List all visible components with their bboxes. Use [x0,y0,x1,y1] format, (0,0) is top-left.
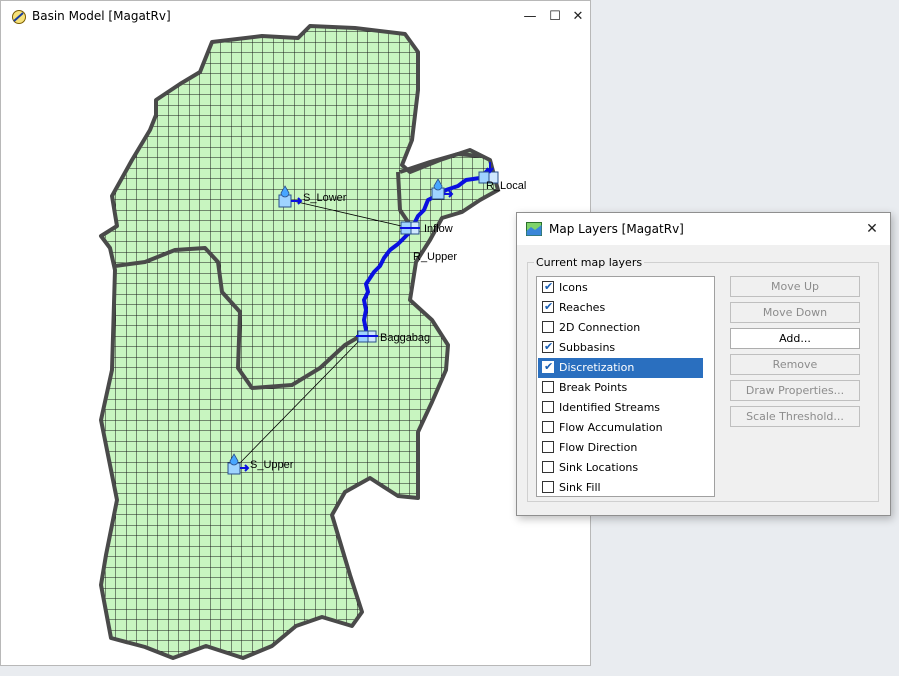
check-icon: ✔ [544,340,554,353]
layer-item-discretization[interactable]: ✔ Discretization [538,358,703,378]
layer-item-reaches[interactable]: ✔ Reaches [538,298,703,318]
layer-checkbox-flow-accumulation[interactable] [542,421,554,433]
map-layers-icon [526,222,542,236]
move-down-button[interactable]: Move Down [730,302,860,323]
layer-label: Icons [559,281,588,294]
label-inflow: Inflow [424,223,453,235]
draw-properties-button[interactable]: Draw Properties... [730,380,860,401]
layer-label: Discretization [559,361,635,374]
layer-label: Subbasins [559,341,616,354]
layer-checkbox-discretization[interactable]: ✔ [542,360,554,373]
map-layers-dialog: Map Layers [MagatRv] ✕ Current map layer… [516,212,891,516]
close-icon[interactable]: ✕ [860,217,884,241]
layer-item-identified-streams[interactable]: Identified Streams [538,398,703,418]
layer-label: Break Points [559,381,628,394]
layer-checkbox-subbasins[interactable]: ✔ [542,340,554,353]
layer-item-sink-locations[interactable]: Sink Locations [538,458,703,478]
layer-item-flow-direction[interactable]: Flow Direction [538,438,703,458]
current-layers-label: Current map layers [534,256,645,269]
label-baggabag: Baggabag [380,332,430,344]
layer-checkbox-sink-fill[interactable] [542,481,554,493]
layer-checkbox-2d-connection[interactable] [542,321,554,333]
layer-label: 2D Connection [559,321,641,334]
check-icon: ✔ [544,300,554,313]
remove-button[interactable]: Remove [730,354,860,375]
move-up-button[interactable]: Move Up [730,276,860,297]
add-button[interactable]: Add... [730,328,860,349]
layer-item-2d-connection[interactable]: 2D Connection [538,318,703,338]
layer-checkbox-identified-streams[interactable] [542,401,554,413]
layer-label: Flow Direction [559,441,638,454]
label-s-lower: S_Lower [303,192,347,204]
layer-checkbox-flow-direction[interactable] [542,441,554,453]
scale-threshold-button[interactable]: Scale Threshold... [730,406,860,427]
basin-map-canvas[interactable]: S_Lower Inflow R_Upper Baggabag S_Upper … [0,0,591,666]
check-icon: ✔ [544,280,554,293]
layer-label: Flow Accumulation [559,421,663,434]
layer-checkbox-break-points[interactable] [542,381,554,393]
layers-dialog-title: Map Layers [MagatRv] [549,222,684,236]
layer-label: Sink Fill [559,481,601,494]
layer-item-flow-accumulation[interactable]: Flow Accumulation [538,418,703,438]
layer-item-sink-fill[interactable]: Sink Fill [538,478,703,496]
layer-label: Identified Streams [559,401,661,414]
junction-icon-inflow[interactable] [400,221,420,235]
layer-label: Reaches [559,301,606,314]
junction-icon-baggabag[interactable] [356,330,378,343]
layer-checkbox-reaches[interactable]: ✔ [542,300,554,313]
layer-item-icons[interactable]: ✔ Icons [538,278,703,298]
check-icon: ✔ [544,360,554,373]
layer-item-break-points[interactable]: Break Points [538,378,703,398]
layer-checkbox-icons[interactable]: ✔ [542,280,554,293]
layer-checkbox-sink-locations[interactable] [542,461,554,473]
label-r-local: R_Local [486,180,526,192]
layer-item-subbasins[interactable]: ✔ Subbasins [538,338,703,358]
layer-label: Sink Locations [559,461,639,474]
label-r-upper: R_Upper [413,251,457,263]
layers-listbox[interactable]: ✔ Icons ✔ Reaches 2D Connection ✔ Subbas… [536,276,715,497]
layers-titlebar[interactable]: Map Layers [MagatRv] ✕ [517,213,890,245]
label-s-upper: S_Upper [250,459,294,471]
